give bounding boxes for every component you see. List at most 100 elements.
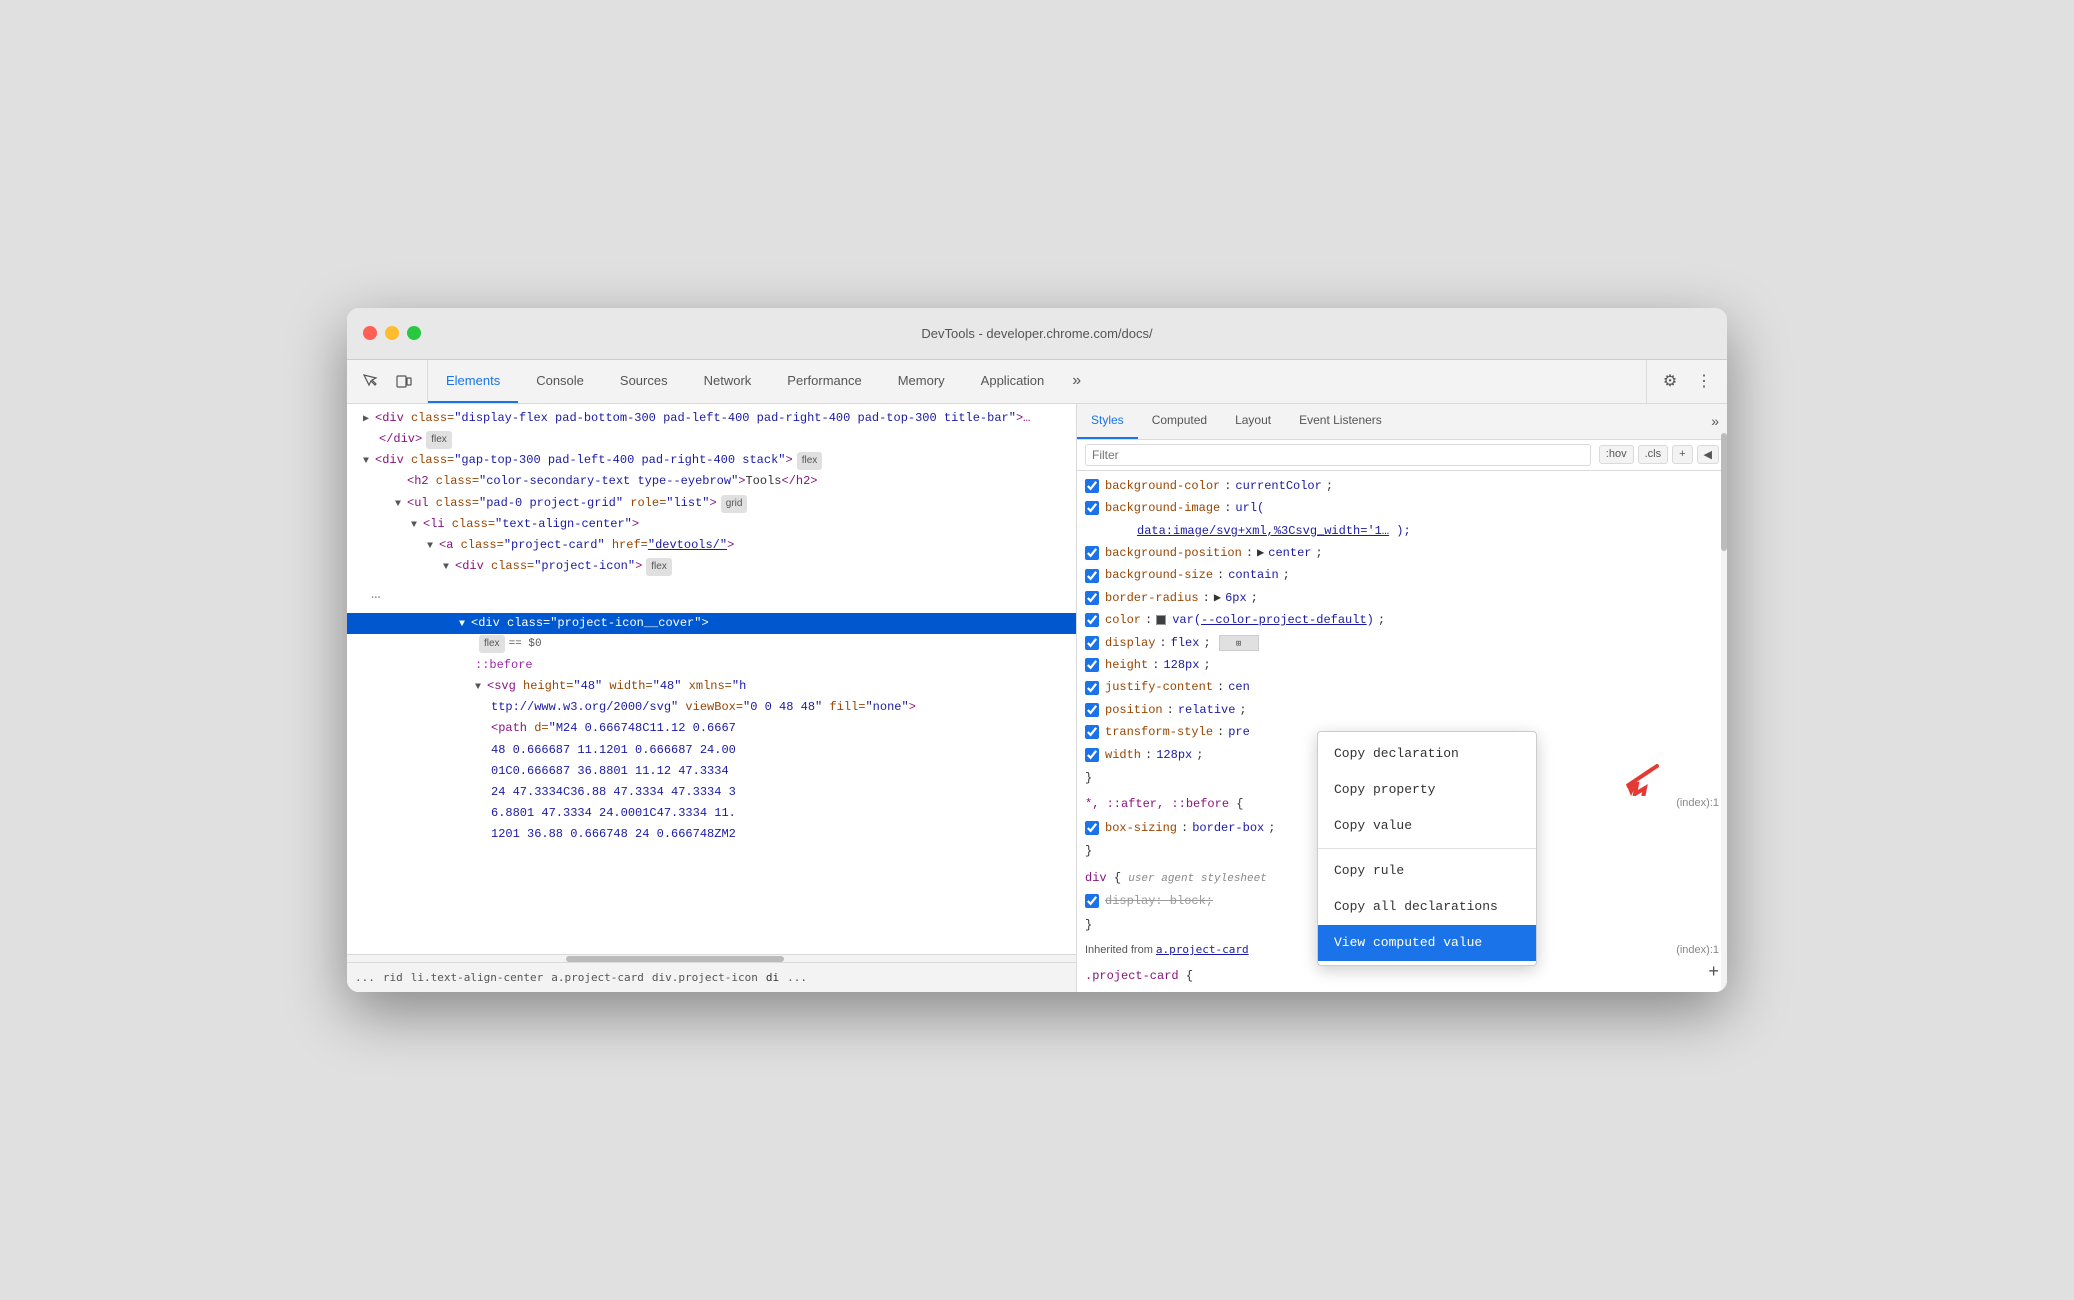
css-prop-checkbox[interactable]: [1085, 703, 1099, 717]
context-menu-copy-value[interactable]: Copy value: [1318, 808, 1536, 844]
back-button[interactable]: ◀: [1697, 445, 1719, 464]
dom-line[interactable]: 24 47.3334C36.88 47.3334 47.3334 3: [347, 782, 1076, 803]
panel-tab-computed[interactable]: Computed: [1138, 404, 1221, 439]
css-prop-checkbox[interactable]: [1085, 613, 1099, 627]
css-prop-background-image[interactable]: background-image: url(: [1077, 497, 1727, 519]
css-prop-checkbox[interactable]: [1085, 546, 1099, 560]
styles-scrollbar[interactable]: [1721, 404, 1727, 992]
dom-line[interactable]: ttp://www.w3.org/2000/svg" viewBox="0 0 …: [347, 697, 1076, 718]
context-menu-copy-declaration[interactable]: Copy declaration: [1318, 736, 1536, 772]
devtools-window: DevTools - developer.chrome.com/docs/: [347, 308, 1727, 992]
css-prop-color[interactable]: color: var(--color-project-default);: [1077, 609, 1727, 631]
css-prop-checkbox[interactable]: [1085, 681, 1099, 695]
breadcrumb-item[interactable]: div.project-icon: [652, 971, 758, 984]
styles-panel: Styles Computed Layout Event Listeners »…: [1077, 404, 1727, 992]
tab-sources[interactable]: Sources: [602, 360, 686, 403]
breadcrumb-item-current[interactable]: di: [766, 971, 779, 984]
hov-button[interactable]: :hov: [1599, 445, 1634, 464]
css-prop-checkbox[interactable]: [1085, 501, 1099, 515]
window-title: DevTools - developer.chrome.com/docs/: [921, 326, 1152, 341]
filter-input[interactable]: [1085, 444, 1591, 466]
css-prop-checkbox[interactable]: [1085, 821, 1099, 835]
css-prop-background-position[interactable]: background-position: ▶ center;: [1077, 542, 1727, 564]
title-bar: DevTools - developer.chrome.com/docs/: [347, 308, 1727, 360]
css-prop-checkbox[interactable]: [1085, 725, 1099, 739]
css-prop-position[interactable]: position: relative;: [1077, 699, 1727, 721]
dom-line[interactable]: ▼ <svg height="48" width="48" xmlns="h: [347, 676, 1076, 697]
css-prop-background-size[interactable]: background-size: contain;: [1077, 564, 1727, 586]
plus-button[interactable]: +: [1672, 445, 1692, 464]
css-prop-background-image-val: data:image/svg+xml,%3Csvg_width='1… );: [1077, 520, 1727, 542]
dom-line[interactable]: 01C0.666687 36.8801 11.12 47.3334: [347, 761, 1076, 782]
tab-application[interactable]: Application: [963, 360, 1063, 403]
inherited-link[interactable]: a.project-card: [1156, 943, 1249, 956]
styles-content[interactable]: background-color: currentColor; backgrou…: [1077, 471, 1727, 992]
dom-line[interactable]: ▼ <li class="text-align-center">: [347, 514, 1076, 535]
select-element-button[interactable]: [355, 366, 385, 396]
dom-dots[interactable]: …: [347, 577, 1076, 613]
tab-performance[interactable]: Performance: [769, 360, 879, 403]
css-project-card-rule: .project-card {: [1077, 964, 1727, 988]
breadcrumb-item[interactable]: rid: [383, 971, 403, 984]
dom-panel: ▶ <div class="display-flex pad-bottom-30…: [347, 404, 1077, 992]
dom-line[interactable]: </div>flex: [347, 429, 1076, 450]
css-prop-checkbox[interactable]: [1085, 894, 1099, 908]
css-prop-checkbox[interactable]: [1085, 748, 1099, 762]
panel-tab-event-listeners[interactable]: Event Listeners: [1285, 404, 1396, 439]
dom-line[interactable]: 48 0.666687 11.1201 0.666687 24.00: [347, 740, 1076, 761]
context-menu-copy-property[interactable]: Copy property: [1318, 772, 1536, 808]
dom-content[interactable]: ▶ <div class="display-flex pad-bottom-30…: [347, 404, 1076, 954]
breadcrumb-item[interactable]: a.project-card: [551, 971, 644, 984]
dom-line-selected[interactable]: ▼ <div class="project-icon__cover">: [347, 613, 1076, 634]
panel-tab-layout[interactable]: Layout: [1221, 404, 1285, 439]
dom-line[interactable]: <h2 class="color-secondary-text type--ey…: [347, 471, 1076, 492]
dom-line[interactable]: 1201 36.88 0.666748 24 0.666748ZM2: [347, 824, 1076, 845]
panel-tabs: Styles Computed Layout Event Listeners »: [1077, 404, 1727, 440]
dom-line[interactable]: ▼ <div class="project-icon"> flex: [347, 556, 1076, 577]
cls-button[interactable]: .cls: [1638, 445, 1669, 464]
css-prop-checkbox[interactable]: [1085, 569, 1099, 583]
dom-scrollbar[interactable]: [347, 954, 1076, 962]
more-tabs-button[interactable]: »: [1062, 360, 1091, 403]
css-prop-height[interactable]: height: 128px;: [1077, 654, 1727, 676]
minimize-button[interactable]: [385, 326, 399, 340]
filter-buttons: :hov .cls + ◀: [1599, 445, 1719, 464]
css-prop-justify-content[interactable]: justify-content: cen: [1077, 676, 1727, 698]
add-style-button[interactable]: +: [1708, 958, 1719, 989]
tab-network[interactable]: Network: [686, 360, 770, 403]
css-prop-background-color[interactable]: background-color: currentColor;: [1077, 475, 1727, 497]
css-prop-display[interactable]: display: flex; ⊞: [1077, 632, 1727, 654]
tab-console[interactable]: Console: [518, 360, 602, 403]
dom-scrollbar-thumb[interactable]: [566, 956, 785, 962]
dom-line[interactable]: ▼ <ul class="pad-0 project-grid" role="l…: [347, 493, 1076, 514]
css-prop-checkbox[interactable]: [1085, 591, 1099, 605]
dom-line[interactable]: ▼ <div class="gap-top-300 pad-left-400 p…: [347, 450, 1076, 471]
context-menu-copy-all-declarations[interactable]: Copy all declarations: [1318, 889, 1536, 925]
context-menu-view-computed[interactable]: View computed value: [1318, 925, 1536, 961]
traffic-lights: [363, 326, 421, 340]
tab-memory[interactable]: Memory: [880, 360, 963, 403]
panel-tab-styles[interactable]: Styles: [1077, 404, 1138, 439]
breadcrumb-item[interactable]: ...: [355, 971, 375, 984]
dom-line[interactable]: <path d="M24 0.666748C11.12 0.6667: [347, 718, 1076, 739]
dom-line[interactable]: ▼ <a class="project-card" href="devtools…: [347, 535, 1076, 556]
customize-button[interactable]: ⋮: [1689, 366, 1719, 396]
settings-button[interactable]: ⚙: [1655, 366, 1685, 396]
styles-scrollbar-thumb[interactable]: [1721, 433, 1727, 551]
dom-line-before[interactable]: ::before: [347, 655, 1076, 676]
css-prop-checkbox[interactable]: [1085, 636, 1099, 650]
arrow-indicator: [1617, 756, 1667, 814]
dom-line[interactable]: ▶ <div class="display-flex pad-bottom-30…: [347, 408, 1076, 429]
device-toolbar-button[interactable]: [389, 366, 419, 396]
dom-line[interactable]: 6.8801 47.3334 24.0001C47.3334 11.: [347, 803, 1076, 824]
tab-elements[interactable]: Elements: [428, 360, 518, 403]
styles-filter: :hov .cls + ◀: [1077, 440, 1727, 471]
close-button[interactable]: [363, 326, 377, 340]
maximize-button[interactable]: [407, 326, 421, 340]
css-prop-border-radius[interactable]: border-radius: ▶ 6px;: [1077, 587, 1727, 609]
css-prop-checkbox[interactable]: [1085, 479, 1099, 493]
context-menu-copy-rule[interactable]: Copy rule: [1318, 853, 1536, 889]
breadcrumb-item[interactable]: li.text-align-center: [411, 971, 543, 984]
css-prop-checkbox[interactable]: [1085, 658, 1099, 672]
breadcrumb-more[interactable]: ...: [787, 971, 807, 984]
